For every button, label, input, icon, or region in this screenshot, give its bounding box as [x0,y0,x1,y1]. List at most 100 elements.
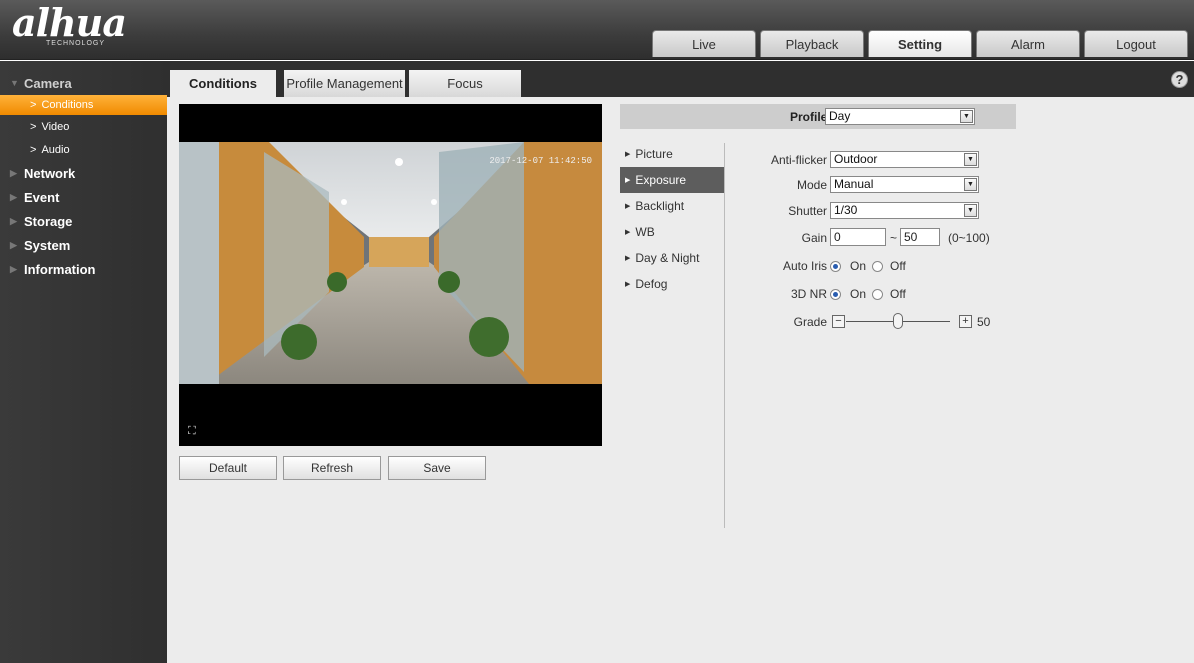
caret-right-icon: ▶ [10,167,17,178]
submenu-label: Day & Night [635,251,700,265]
auto-iris-off-radio[interactable] [872,261,883,272]
default-button[interactable]: Default [179,456,277,480]
caret-right-icon: ▶ [625,177,631,184]
auto-iris-on-label: On [850,259,867,273]
chevron-down-icon: ▼ [964,204,977,217]
chevron-down-icon: ▼ [964,153,977,166]
profile-select[interactable]: Day ▼ [825,108,975,125]
nav-live[interactable]: Live [652,30,756,57]
profile-label: Profile [790,110,828,124]
submenu-defog[interactable]: ▶ Defog [620,271,725,297]
sidebar-group-event[interactable]: ▶ Event [0,185,167,209]
submenu-label: WB [635,225,655,239]
sidebar-item-video[interactable]: > Video [0,115,167,138]
grade-value: 50 [977,315,991,329]
sidebar-item-label: Video [41,120,70,133]
tab-conditions[interactable]: Conditions [170,70,276,97]
gain-min-input[interactable]: 0 [830,228,886,246]
chevron-down-icon: ▼ [964,178,977,191]
sidebar-item-audio[interactable]: > Audio [0,138,167,161]
mode-value: Manual [834,177,874,191]
nav-logout[interactable]: Logout [1084,30,1188,57]
submenu-divider [724,143,725,528]
nav-playback[interactable]: Playback [760,30,864,57]
nav-setting[interactable]: Setting [868,30,972,57]
corridor-scene-image [179,142,602,384]
sidebar-group-label: Network [24,165,76,181]
sidebar-item-label: Conditions [41,99,94,111]
top-navigation: Live Playback Setting Alarm Logout [652,30,1188,57]
grade-slider-thumb[interactable] [893,313,903,329]
tab-bar: Conditions Profile Management Focus ? [167,61,1194,97]
auto-iris-label: Auto Iris [782,259,827,273]
antiflicker-select[interactable]: Outdoor ▼ [830,151,979,168]
submenu-picture[interactable]: ▶ Picture [620,141,725,167]
sidebar-group-camera[interactable]: ▼ Camera [0,71,167,95]
sidebar-group-label: System [24,237,71,253]
help-icon[interactable]: ? [1171,71,1188,88]
profile-bar: Profile Day ▼ [620,104,1016,129]
sidebar-group-information[interactable]: ▶ Information [0,257,167,281]
sidebar: ▼ Camera > Conditions > Video > Audio ▶ … [0,61,167,663]
caret-right-icon: ▶ [10,263,17,274]
3d-nr-on-radio[interactable] [830,289,841,300]
caret-right-icon: ▶ [10,191,17,202]
sidebar-group-label: Information [24,261,96,277]
sidebar-item-label: Audio [41,143,70,156]
caret-right-icon: ▶ [625,281,631,288]
submenu-exposure[interactable]: ▶ Exposure [620,167,725,193]
submenu-label: Exposure [635,173,687,187]
auto-iris-on-radio[interactable] [830,261,841,272]
antiflicker-value: Outdoor [834,152,878,166]
fullscreen-icon[interactable]: ⛶ [188,425,202,437]
sidebar-group-storage[interactable]: ▶ Storage [0,209,167,233]
refresh-button[interactable]: Refresh [283,456,381,480]
grade-increase-button[interactable]: + [959,315,972,328]
save-button[interactable]: Save [388,456,486,480]
mode-select[interactable]: Manual ▼ [830,176,979,193]
sidebar-group-network[interactable]: ▶ Network [0,161,167,185]
3d-nr-off-label: Off [890,287,906,301]
caret-right-icon: ▶ [625,151,631,158]
antiflicker-label: Anti-flicker [770,153,827,167]
submenu-wb[interactable]: ▶ WB [620,219,725,245]
dahua-logo: alhua [12,0,127,45]
submenu-day-night[interactable]: ▶ Day & Night [620,245,725,271]
main-panel: Conditions Profile Management Focus ? 20… [167,61,1194,663]
caret-right-icon: ▶ [625,203,631,210]
caret-down-icon: ▼ [10,78,19,88]
video-preview: 2017-12-07 11:42:50 ⛶ [179,104,602,446]
grade-decrease-button[interactable]: − [832,315,845,328]
sidebar-group-label: Storage [24,213,73,229]
submenu-label: Defog [635,277,668,291]
gain-label: Gain [801,231,827,245]
caret-right-icon: ▶ [625,229,631,236]
submenu-label: Backlight [635,199,685,213]
gain-max-input[interactable]: 50 [900,228,940,246]
logo-subtitle: TECHNOLOGY [46,40,106,47]
nav-alarm[interactable]: Alarm [976,30,1080,57]
3d-nr-on-label: On [850,287,867,301]
sidebar-group-label: Camera [24,75,72,91]
top-header: alhua TECHNOLOGY Live Playback Setting A… [0,0,1194,60]
profile-select-value: Day [829,109,851,123]
3d-nr-off-radio[interactable] [872,289,883,300]
video-timestamp: 2017-12-07 11:42:50 [489,156,592,166]
conditions-submenu: ▶ Picture ▶ Exposure ▶ Backlight ▶ WB ▶ Day &… [620,141,725,297]
sidebar-item-conditions[interactable]: > Conditions [0,95,167,115]
sidebar-group-label: Event [24,189,60,205]
sidebar-group-system[interactable]: ▶ System [0,233,167,257]
mode-label: Mode [796,178,827,192]
submenu-backlight[interactable]: ▶ Backlight [620,193,725,219]
3d-nr-label: 3D NR [790,287,827,301]
chevron-right-icon: > [30,99,37,111]
shutter-label: Shutter [788,204,827,218]
caret-right-icon: ▶ [10,239,17,250]
tab-focus[interactable]: Focus [409,70,521,97]
auto-iris-off-label: Off [890,259,906,273]
gain-separator: ~ [890,231,898,245]
chevron-down-icon: ▼ [960,110,973,123]
shutter-select[interactable]: 1/30 ▼ [830,202,979,219]
submenu-label: Picture [635,147,673,161]
tab-profile-management[interactable]: Profile Management [284,70,405,97]
